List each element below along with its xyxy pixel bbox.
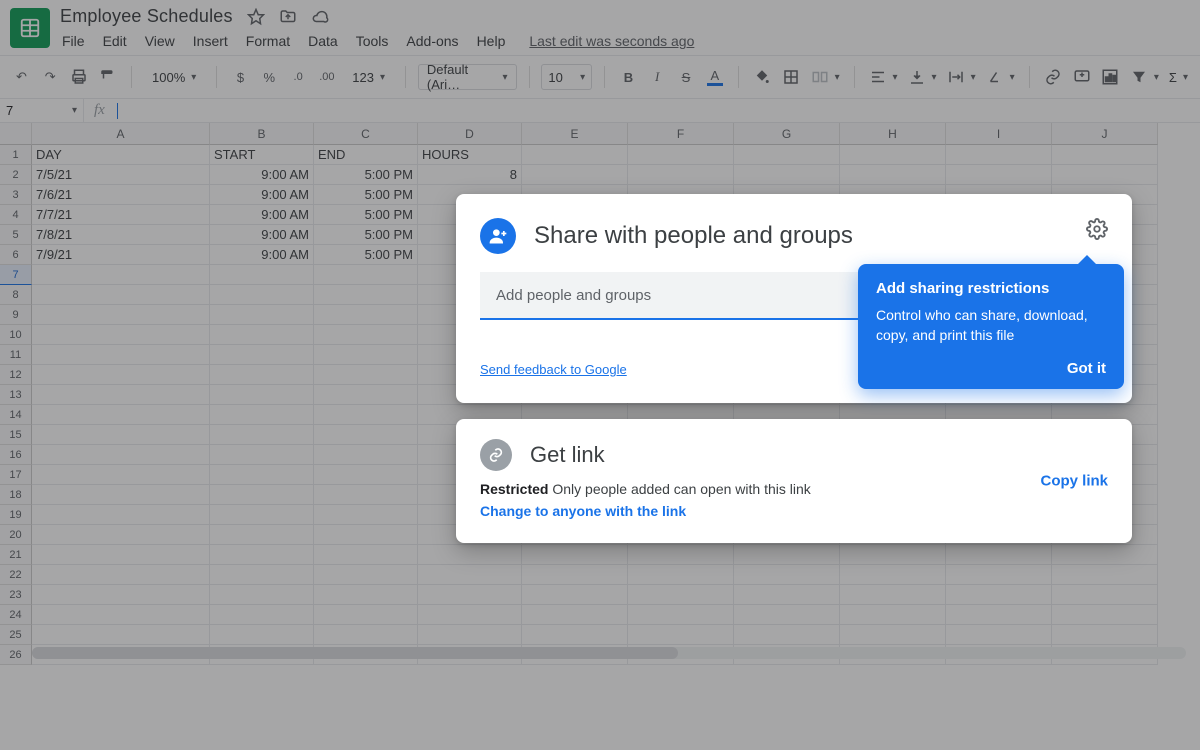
sharing-restrictions-tooltip: Add sharing restrictions Control who can… [858,264,1124,389]
tooltip-body: Control who can share, download, copy, a… [876,305,1106,346]
get-link-title: Get link [530,442,605,468]
person-add-icon [480,218,516,254]
add-people-input[interactable] [480,272,860,320]
share-settings-button[interactable] [1084,216,1110,242]
share-dialog: Share with people and groups Send feedba… [456,194,1132,403]
link-access-status: Restricted Only people added can open wi… [480,481,1108,497]
change-link-access-button[interactable]: Change to anyone with the link [480,503,686,519]
share-dialog-title: Share with people and groups [534,222,853,250]
get-link-card: Get link Restricted Only people added ca… [456,419,1132,543]
got-it-button[interactable]: Got it [876,360,1106,377]
tooltip-title: Add sharing restrictions [876,280,1106,297]
link-icon [480,439,512,471]
copy-link-button[interactable]: Copy link [1040,473,1108,490]
send-feedback-link[interactable]: Send feedback to Google [480,362,627,377]
